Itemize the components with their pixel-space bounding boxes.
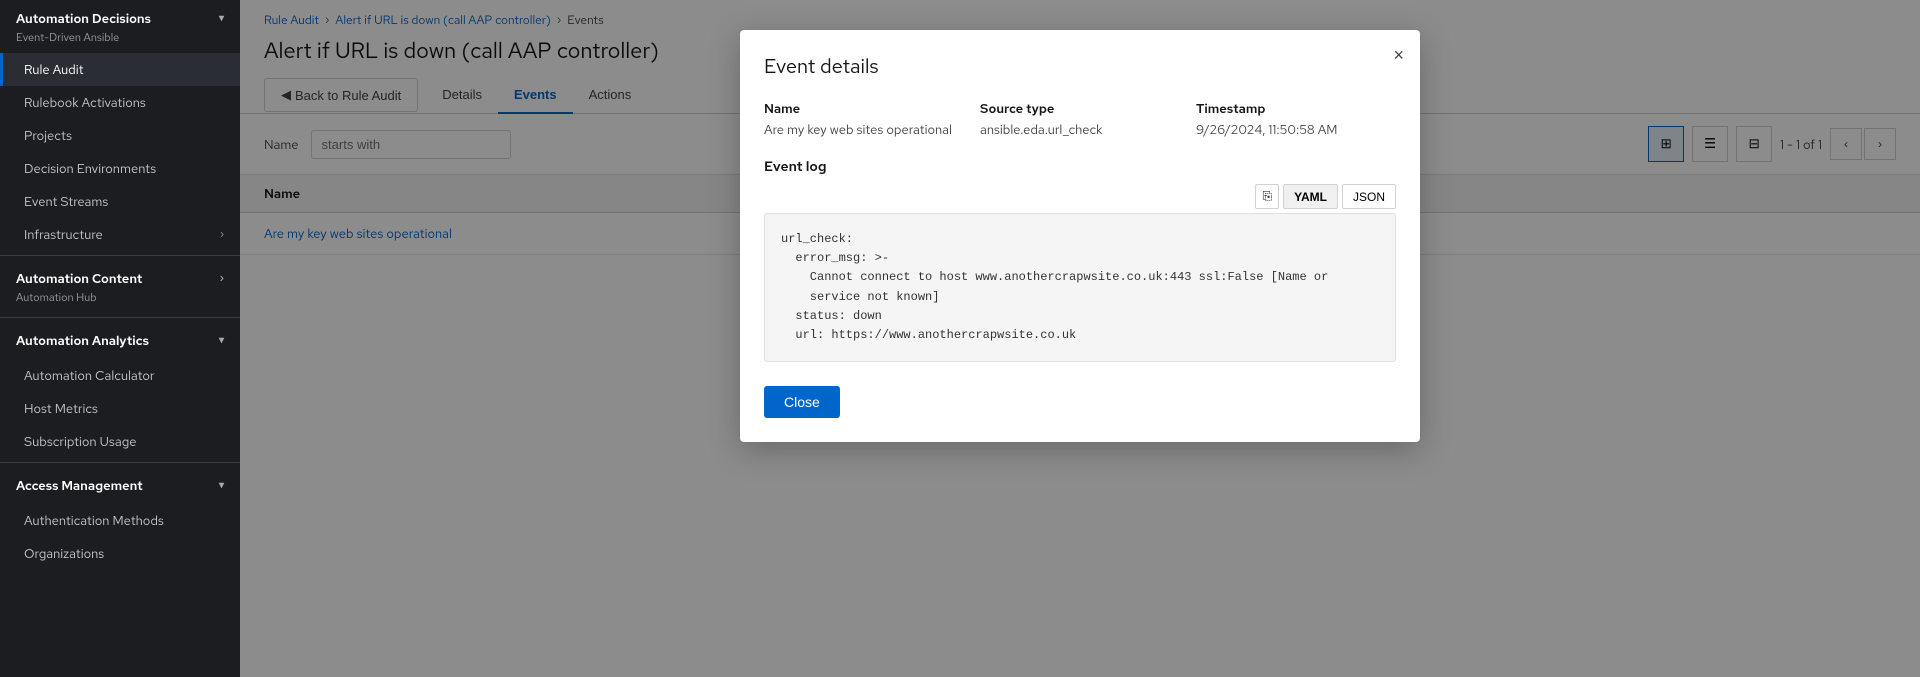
sidebar-item-subscription-usage[interactable]: Subscription Usage — [0, 425, 240, 458]
sidebar-item-authentication-methods[interactable]: Authentication Methods — [0, 504, 240, 537]
sidebar-item-label: Authentication Methods — [24, 512, 164, 529]
sidebar-item-label: Rule Audit — [24, 61, 84, 78]
main-content: Rule Audit › Alert if URL is down (call … — [240, 0, 1920, 677]
sidebar-item-label: Automation Calculator — [24, 367, 154, 384]
json-format-button[interactable]: JSON — [1342, 184, 1396, 209]
sidebar-item-label: Subscription Usage — [24, 433, 137, 450]
sidebar-section-access-management[interactable]: Access Management ▾ — [0, 467, 240, 504]
field-label-timestamp: Timestamp — [1196, 100, 1396, 117]
chevron-right-icon: › — [220, 228, 224, 241]
chevron-down-icon: ▾ — [219, 334, 224, 347]
sidebar-item-rule-audit[interactable]: Rule Audit — [0, 53, 240, 86]
chevron-down-icon: ▾ — [219, 479, 224, 492]
sidebar-item-event-streams[interactable]: Event Streams — [0, 185, 240, 218]
sidebar-divider — [0, 462, 240, 463]
modal-title: Event details — [764, 54, 1396, 80]
sidebar-item-automation-calculator[interactable]: Automation Calculator — [0, 359, 240, 392]
sidebar-section-automation-analytics[interactable]: Automation Analytics ▾ — [0, 322, 240, 359]
modal-footer: Close — [764, 386, 1396, 418]
modal-field-name: Name Are my key web sites operational — [764, 100, 964, 138]
copy-icon: ⎘ — [1262, 189, 1272, 203]
sidebar-section-subtitle: Event-Driven Ansible — [0, 29, 240, 53]
sidebar: Automation Decisions ▾ Event-Driven Ansi… — [0, 0, 240, 677]
field-label-source-type: Source type — [980, 100, 1180, 117]
json-button-label: JSON — [1353, 190, 1385, 204]
field-value-timestamp: 9/26/2024, 11:50:58 AM — [1196, 121, 1396, 138]
field-value-name: Are my key web sites operational — [764, 121, 964, 138]
sidebar-divider — [0, 255, 240, 256]
sidebar-item-label: Host Metrics — [24, 400, 98, 417]
sidebar-item-infrastructure[interactable]: Infrastructure › — [0, 218, 240, 251]
sidebar-item-decision-environments[interactable]: Decision Environments — [0, 152, 240, 185]
sidebar-section-label: Access Management — [16, 477, 143, 494]
event-log-content: url_check: error_msg: >- Cannot connect … — [764, 213, 1396, 362]
sidebar-section-label: Automation Decisions — [16, 10, 151, 27]
yaml-format-button[interactable]: YAML — [1283, 184, 1338, 209]
field-label-name: Name — [764, 100, 964, 117]
modal-close-button[interactable]: × — [1393, 46, 1404, 64]
sidebar-item-label: Projects — [24, 127, 72, 144]
sidebar-item-label: Rulebook Activations — [24, 94, 146, 111]
sidebar-divider — [0, 317, 240, 318]
modal-overlay: Event details × Name Are my key web site… — [240, 0, 1920, 677]
sidebar-section-automation-decisions[interactable]: Automation Decisions ▾ — [0, 0, 240, 29]
chevron-right-icon: › — [220, 272, 224, 285]
sidebar-item-label: Organizations — [24, 545, 104, 562]
modal-close-footer-button[interactable]: Close — [764, 386, 840, 418]
event-log-section-label: Event log — [764, 158, 1396, 176]
sidebar-item-host-metrics[interactable]: Host Metrics — [0, 392, 240, 425]
sidebar-section-automation-content[interactable]: Automation Content › — [0, 260, 240, 289]
modal-field-timestamp: Timestamp 9/26/2024, 11:50:58 AM — [1196, 100, 1396, 138]
modal-field-source-type: Source type ansible.eda.url_check — [980, 100, 1180, 138]
copy-log-button[interactable]: ⎘ — [1255, 184, 1279, 209]
sidebar-item-label: Decision Environments — [24, 160, 156, 177]
chevron-down-icon: ▾ — [219, 12, 224, 25]
sidebar-item-label: Infrastructure — [24, 226, 103, 243]
yaml-button-label: YAML — [1294, 190, 1327, 204]
sidebar-item-rulebook-activations[interactable]: Rulebook Activations — [0, 86, 240, 119]
event-details-modal: Event details × Name Are my key web site… — [740, 30, 1420, 442]
modal-fields: Name Are my key web sites operational So… — [764, 100, 1396, 138]
event-log-toolbar: ⎘ YAML JSON — [764, 184, 1396, 209]
sidebar-item-organizations[interactable]: Organizations — [0, 537, 240, 570]
sidebar-section-label: Automation Content — [16, 270, 142, 287]
sidebar-item-projects[interactable]: Projects — [0, 119, 240, 152]
sidebar-section-label: Automation Analytics — [16, 332, 149, 349]
sidebar-section-subtitle: Automation Hub — [0, 289, 240, 313]
field-value-source-type: ansible.eda.url_check — [980, 121, 1180, 138]
sidebar-item-label: Event Streams — [24, 193, 108, 210]
